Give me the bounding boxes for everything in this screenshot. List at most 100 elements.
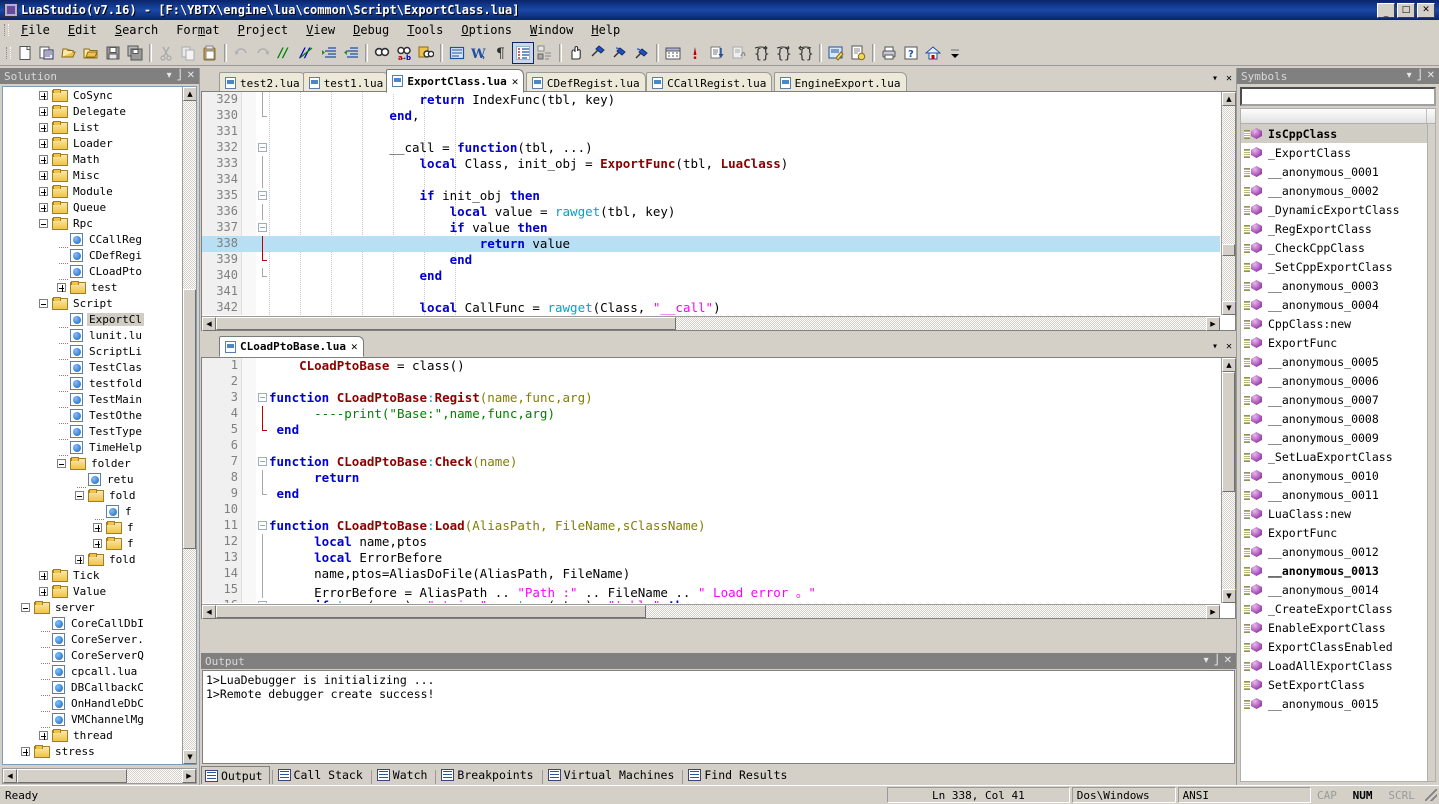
tree-item[interactable]: thread (3, 727, 182, 743)
open-folder-icon[interactable] (58, 42, 80, 64)
tree-item[interactable]: folder (3, 455, 182, 471)
goto-prev-brace-icon[interactable]: {} (794, 42, 816, 64)
expand-icon[interactable] (39, 203, 48, 212)
toolbar-overflow-icon[interactable] (944, 42, 966, 64)
menu-format[interactable]: Format (167, 21, 228, 39)
scroll-hthumb[interactable] (216, 605, 646, 618)
tree-item[interactable]: CoreCallDbI (3, 615, 182, 631)
tree-item[interactable]: CCallReg (3, 231, 182, 247)
scroll-right-button[interactable]: ▶ (1206, 317, 1220, 331)
symbol-list-item[interactable]: _ExportClass (1241, 143, 1427, 162)
code-line[interactable]: 9 end (202, 486, 1220, 502)
window-resize-grip[interactable] (1423, 787, 1439, 803)
home-icon[interactable] (922, 42, 944, 64)
symbol-list-item[interactable]: _CreateExportClass (1241, 599, 1427, 618)
expand-icon[interactable] (39, 571, 48, 580)
code-line[interactable]: 339 end (202, 252, 1220, 268)
paragraph-icon[interactable]: ¶ (490, 42, 512, 64)
code-line[interactable]: 7−function CLoadPtoBase:Check(name) (202, 454, 1220, 470)
symbol-list-item[interactable]: __anonymous_0009 (1241, 428, 1427, 447)
code-line[interactable]: 2 (202, 374, 1220, 390)
expand-icon[interactable] (75, 555, 84, 564)
dropdown-icon[interactable]: ▾ (1407, 71, 1412, 81)
symbol-list-item[interactable]: __anonymous_0002 (1241, 181, 1427, 200)
fold-collapse-icon[interactable]: − (258, 457, 267, 466)
collapse-icon[interactable] (75, 491, 84, 500)
symbol-list-item[interactable]: __anonymous_0013 (1241, 561, 1427, 580)
tab-list-dropdown-icon[interactable]: ▾ (1212, 341, 1218, 352)
symbol-list-item[interactable]: __anonymous_0011 (1241, 485, 1427, 504)
tree-item[interactable]: List (3, 119, 182, 135)
tree-item[interactable]: Loader (3, 135, 182, 151)
tab-test2-lua[interactable]: test2.lua (219, 72, 306, 93)
pin-icon[interactable]: ⎦ (1417, 71, 1422, 81)
expand-icon[interactable] (39, 139, 48, 148)
code-line[interactable]: 10 (202, 502, 1220, 518)
scroll-left-button[interactable]: ◀ (202, 605, 216, 619)
editor-cloadptobase-viewport[interactable]: 1 CLoadPtoBase = class()23−function CLoa… (202, 358, 1220, 603)
collapse-icon[interactable] (57, 459, 66, 468)
code-line[interactable]: 13 local ErrorBefore (202, 550, 1220, 566)
expand-icon[interactable] (39, 107, 48, 116)
tab-test1-lua[interactable]: test1.lua (303, 72, 390, 93)
maximize-button[interactable]: □ (1397, 3, 1415, 18)
expand-icon[interactable] (39, 155, 48, 164)
hand-icon[interactable] (565, 42, 587, 64)
symbol-list-item[interactable]: __anonymous_0005 (1241, 352, 1427, 371)
replace-icon[interactable]: a→b (393, 42, 415, 64)
scroll-thumb[interactable] (1222, 244, 1235, 256)
uncomment-icon[interactable]: // (296, 42, 318, 64)
code-line[interactable]: 15 ErrorBefore = AliasPath .. "Path :" .… (202, 582, 1220, 598)
collapse-icon[interactable] (39, 299, 48, 308)
symbol-list-item[interactable]: __anonymous_0008 (1241, 409, 1427, 428)
scroll-left-button[interactable]: ◀ (202, 317, 216, 331)
step-into-icon[interactable] (706, 42, 728, 64)
expand-icon[interactable] (39, 587, 48, 596)
symbol-list-item[interactable]: __anonymous_0015 (1241, 694, 1427, 713)
code-line[interactable]: 5 end (202, 422, 1220, 438)
symbols-list-vscrollbar[interactable] (1427, 124, 1435, 781)
tree-item[interactable]: TestType (3, 423, 182, 439)
scroll-thumb[interactable] (1222, 372, 1235, 492)
tree-item[interactable]: fold (3, 551, 182, 567)
tab-find-results[interactable]: Find Results (685, 766, 793, 784)
code-line[interactable]: 1 CLoadPtoBase = class() (202, 358, 1220, 374)
close-icon[interactable]: ✕ (1427, 71, 1435, 81)
editor-cloadptobase-hscrollbar[interactable]: ◀ ▶ (202, 604, 1220, 618)
editor-exportclass-lines[interactable]: 329 return IndexFunc(tbl, key)330 end,33… (202, 92, 1220, 315)
expand-icon[interactable] (39, 123, 48, 132)
code-line[interactable]: 332− __call = function(tbl, ...) (202, 140, 1220, 156)
symbol-list-item[interactable]: _RegExportClass (1241, 219, 1427, 238)
code-line[interactable]: 6 (202, 438, 1220, 454)
expand-icon[interactable] (39, 187, 48, 196)
close-icon[interactable]: ✕ (187, 71, 195, 81)
save-icon[interactable] (102, 42, 124, 64)
tree-item[interactable]: CDefRegi (3, 247, 182, 263)
tab-watch[interactable]: Watch (374, 766, 434, 784)
redo-icon[interactable] (252, 42, 274, 64)
tree-item[interactable]: Tick (3, 567, 182, 583)
menu-project[interactable]: Project (229, 21, 298, 39)
tab-virtual-machines[interactable]: Virtual Machines (545, 766, 681, 784)
tree-item[interactable]: Delegate (3, 103, 182, 119)
tree-item[interactable]: Script (3, 295, 182, 311)
undo-icon[interactable] (230, 42, 252, 64)
code-line[interactable]: 335− if init_obj then (202, 188, 1220, 204)
tree-item[interactable]: f (3, 503, 182, 519)
tree-item[interactable]: TestClas (3, 359, 182, 375)
new-file-icon[interactable] (14, 42, 36, 64)
scroll-hthumb[interactable] (17, 769, 127, 783)
scroll-up-button[interactable]: ▲ (183, 87, 197, 101)
code-line[interactable]: 340 end (202, 268, 1220, 284)
solution-tree-hscrollbar[interactable]: ◀ ▶ (2, 768, 197, 784)
symbol-list-item[interactable]: __anonymous_0007 (1241, 390, 1427, 409)
solution-tree[interactable]: CoSyncDelegateListLoaderMathMiscModuleQu… (3, 87, 182, 764)
run-icon[interactable] (587, 42, 609, 64)
tree-item[interactable]: cpcall.lua (3, 663, 182, 679)
comment-icon[interactable]: // (274, 42, 296, 64)
menu-options[interactable]: Options (452, 21, 521, 39)
solution-tree-vscrollbar[interactable]: ▲ ▼ (182, 87, 196, 764)
toolbar-grip[interactable] (4, 45, 12, 61)
menu-window[interactable]: Window (521, 21, 582, 39)
tab-engineexport-lua[interactable]: EngineExport.lua (774, 72, 907, 93)
